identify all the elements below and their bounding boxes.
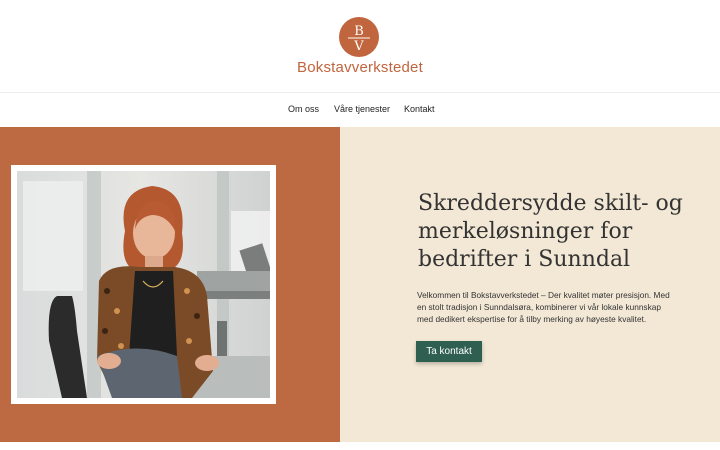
nav-item-vare-tjenester[interactable]: Våre tjenester xyxy=(334,104,390,114)
hero-left-panel xyxy=(0,127,340,442)
main-nav: Om oss Våre tjenester Kontakt xyxy=(0,92,720,127)
hero-bottom-strip xyxy=(0,442,720,450)
hero-description: Velkommen til Bokstavverkstedet – Der kv… xyxy=(417,290,670,324)
nav-item-kontakt[interactable]: Kontakt xyxy=(404,104,435,114)
monogram-icon: B V xyxy=(348,24,370,54)
brand-name[interactable]: Bokstavverkstedet xyxy=(0,59,720,76)
hero-title: Skreddersydde skilt- og merkeløsninger f… xyxy=(418,191,683,272)
hero-photo xyxy=(17,171,270,398)
monogram-top-letter: B xyxy=(354,24,364,39)
site-header: B V Bokstavverkstedet xyxy=(0,0,720,92)
monogram-bottom-letter: V xyxy=(353,39,364,54)
portrait-image xyxy=(17,171,270,398)
hero-photo-frame xyxy=(11,165,276,404)
contact-button[interactable]: Ta kontakt xyxy=(416,341,482,362)
nav-item-om-oss[interactable]: Om oss xyxy=(288,104,319,114)
hero-right-panel xyxy=(340,127,720,442)
logo-monogram[interactable]: B V xyxy=(339,17,379,57)
